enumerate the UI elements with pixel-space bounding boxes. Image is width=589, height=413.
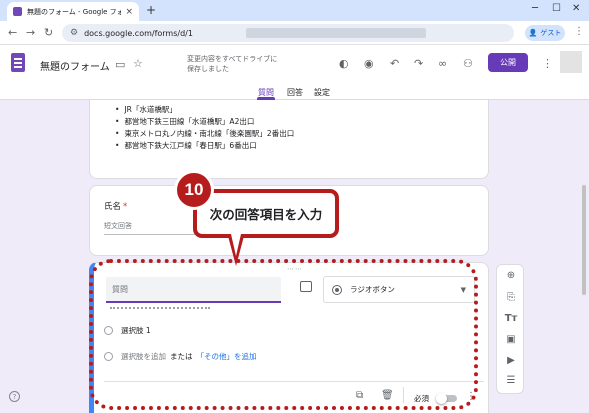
browser-menu-icon[interactable]: ⋮: [574, 26, 584, 37]
url-text: docs.google.com/forms/d/1: [84, 28, 193, 38]
window-close-icon[interactable]: ✕: [572, 3, 580, 14]
add-question-icon[interactable]: ⊕: [497, 270, 525, 281]
guest-profile-button[interactable]: 👤 ゲスト: [525, 25, 565, 41]
annotation-dotted-frame: [89, 259, 478, 410]
address-bar[interactable]: ⚙ docs.google.com/forms/d/1: [62, 24, 514, 42]
forms-logo-icon[interactable]: [11, 53, 25, 72]
list-item: 都営地下鉄大江戸線「春日駅」6番出口: [115, 140, 294, 152]
add-section-icon[interactable]: ☰: [497, 375, 525, 386]
form-tabs: 質問 回答 設定: [0, 87, 589, 100]
browser-toolbar: ← → ↻ ⚙ docs.google.com/forms/d/1 👤 ゲスト …: [0, 21, 589, 45]
site-info-icon[interactable]: ⚙: [70, 28, 78, 38]
import-questions-icon[interactable]: ⎘: [497, 292, 525, 303]
close-icon[interactable]: ×: [125, 7, 133, 17]
required-mark: *: [123, 202, 128, 212]
tab-responses[interactable]: 回答: [287, 87, 303, 98]
annotation-callout: 次の回答項目を入力: [193, 189, 339, 238]
add-collaborator-icon[interactable]: ⚇: [463, 57, 473, 70]
save-status: 変更内容をすべてドライブに 保存しました: [187, 55, 278, 73]
maximize-icon[interactable]: ☐: [552, 3, 561, 14]
redo-icon[interactable]: ↷: [414, 57, 423, 70]
new-tab-icon[interactable]: +: [146, 3, 156, 17]
question-title: 氏名 *: [104, 202, 128, 212]
undo-icon[interactable]: ↶: [390, 57, 399, 70]
station-list: JR「水道橋駅」 都営地下鉄三田線「水道橋駅」A2出口 東京メトロ丸ノ内線・南北…: [115, 104, 294, 152]
list-item: 都営地下鉄三田線「水道橋駅」A2出口: [115, 116, 294, 128]
publish-button[interactable]: 公開: [488, 53, 528, 72]
star-icon[interactable]: ☆: [133, 57, 143, 70]
list-item: JR「水道橋駅」: [115, 104, 294, 116]
forms-favicon-icon: [13, 7, 22, 16]
question-toolbar: ⊕ ⎘ Tт ▣ ▶ ☰: [496, 264, 524, 394]
browser-tab[interactable]: 無題のフォーム - Google フォーム ×: [7, 2, 139, 21]
avatar[interactable]: [560, 51, 582, 73]
back-icon[interactable]: ←: [8, 26, 17, 39]
guest-label: ゲスト: [540, 29, 562, 37]
step-number-badge: 10: [174, 170, 214, 210]
palette-icon[interactable]: ◐: [339, 57, 349, 70]
list-item: 東京メトロ丸ノ内線・南北線「後楽園駅」2番出口: [115, 128, 294, 140]
add-image-icon[interactable]: ▣: [497, 334, 525, 345]
url-redacted: [246, 28, 426, 38]
tab-settings[interactable]: 設定: [314, 87, 330, 98]
minimize-icon[interactable]: ─: [532, 3, 538, 14]
more-vert-icon[interactable]: ⋮: [542, 57, 553, 70]
link-icon[interactable]: ∞: [438, 57, 447, 70]
forms-header: 無題のフォーム ▭ ☆ 変更内容をすべてドライブに 保存しました ◐ ◉ ↶ ↷…: [0, 45, 589, 100]
description-card[interactable]: JR「水道橋駅」 都営地下鉄三田線「水道橋駅」A2出口 東京メトロ丸ノ内線・南北…: [89, 100, 489, 179]
help-icon[interactable]: ?: [9, 391, 20, 402]
reload-icon[interactable]: ↻: [44, 26, 53, 39]
add-video-icon[interactable]: ▶: [497, 355, 525, 366]
folder-icon[interactable]: ▭: [115, 58, 125, 71]
scrollbar[interactable]: [582, 185, 586, 295]
callout-text: 次の回答項目を入力: [209, 207, 323, 222]
profile-icon: 👤: [528, 29, 538, 37]
callout-tail-inner: [231, 234, 241, 256]
browser-tab-title: 無題のフォーム - Google フォーム: [27, 7, 122, 16]
forward-icon[interactable]: →: [26, 26, 35, 39]
browser-tabstrip: 無題のフォーム - Google フォーム × + ─ ☐ ✕: [0, 0, 589, 21]
form-title[interactable]: 無題のフォーム: [40, 58, 110, 73]
add-title-icon[interactable]: Tт: [497, 313, 525, 324]
preview-eye-icon[interactable]: ◉: [364, 57, 374, 70]
short-answer-label: 短文回答: [104, 222, 132, 230]
